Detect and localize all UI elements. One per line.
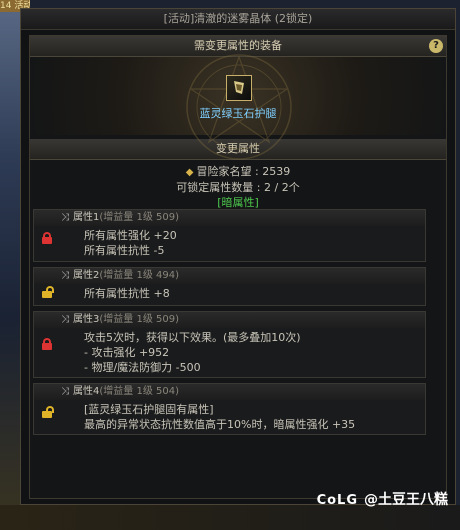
attribute-line: [蓝灵绿玉石护腿固有属性] bbox=[84, 403, 214, 416]
attribute-effects: 攻击5次时，获得以下效果。(最多叠加10次) - 攻击强化 +952 - 物理/… bbox=[34, 328, 425, 379]
attribute-name: 属性1 bbox=[73, 212, 100, 223]
attribute-row-4[interactable]: ⤨ 属性4(增益量 1级 504) [蓝灵绿玉石护腿固有属性] 最高的异常状态抗性… bbox=[33, 383, 426, 435]
dialog-title[interactable]: [活动]清澈的迷雾晶体 (2锁定) bbox=[21, 9, 455, 30]
attribute-row-3[interactable]: ⤨ 属性3(增益量 1级 509) 攻击5次时，获得以下效果。(最多叠加10次) … bbox=[33, 311, 426, 378]
attribute-gain: (增益量 1级 494) bbox=[99, 270, 179, 281]
lock-icon[interactable] bbox=[42, 338, 52, 350]
attribute-header: ⤨ 属性3(增益量 1级 509) bbox=[34, 312, 425, 328]
lockable-count: 可锁定属性数量 : 2 / 2个 bbox=[176, 181, 300, 194]
equipment-item-slot[interactable] bbox=[226, 75, 252, 101]
attribute-gain: (增益量 1级 504) bbox=[99, 386, 179, 397]
help-icon[interactable]: ? bbox=[429, 39, 443, 53]
unlock-icon[interactable] bbox=[42, 286, 54, 298]
leg-armor-icon bbox=[234, 81, 244, 94]
attribute-line: 攻击5次时，获得以下效果。(最多叠加10次) bbox=[84, 331, 301, 344]
colg-logo: CoLG bbox=[316, 493, 358, 508]
lock-icon[interactable] bbox=[42, 232, 52, 244]
shuffle-icon: ⤨ bbox=[61, 386, 69, 397]
watermark-user: @土豆王八糕 bbox=[364, 492, 448, 508]
attribute-line: 所有属性抗性 +8 bbox=[84, 287, 170, 300]
crystal-dialog: [活动]清澈的迷雾晶体 (2锁定) 需变更属性的装备 ? 蓝灵绿玉石护腿 变更属… bbox=[20, 8, 456, 505]
attribute-line: - 物理/魔法防御力 -500 bbox=[84, 361, 201, 374]
attribute-row-1[interactable]: ⤨ 属性1(增益量 1级 509) 所有属性强化 +20 所有属性抗性 -5 bbox=[33, 209, 426, 262]
attribute-line: 最高的异常状态抗性数值高于10%时，暗属性强化 +35 bbox=[84, 418, 356, 431]
attribute-gain: (增益量 1级 509) bbox=[99, 314, 179, 325]
attribute-effects: 所有属性强化 +20 所有属性抗性 -5 bbox=[34, 226, 425, 262]
attribute-line: 所有属性抗性 -5 bbox=[84, 244, 165, 257]
equip-slot-area: 蓝灵绿玉石护腿 bbox=[30, 54, 446, 160]
fame-icon: ◆ bbox=[185, 167, 194, 178]
attribute-effects: 所有属性抗性 +8 bbox=[34, 284, 425, 305]
attribute-name: 属性3 bbox=[73, 314, 100, 325]
attribute-name: 属性2 bbox=[73, 270, 100, 281]
unlock-icon[interactable] bbox=[42, 406, 54, 418]
attribute-header: ⤨ 属性1(增益量 1级 509) bbox=[34, 210, 425, 226]
attribute-header: ⤨ 属性4(增益量 1级 504) bbox=[34, 384, 425, 400]
dark-property-tag: [暗属性] bbox=[217, 196, 259, 209]
attribute-line: - 攻击强化 +952 bbox=[84, 346, 170, 359]
shuffle-icon: ⤨ bbox=[61, 212, 69, 223]
attribute-header: ⤨ 属性2(增益量 1级 494) bbox=[34, 268, 425, 284]
attribute-line: 所有属性强化 +20 bbox=[84, 229, 177, 242]
attribute-row-2[interactable]: ⤨ 属性2(增益量 1级 494) 所有属性抗性 +8 bbox=[33, 267, 426, 306]
stats-block: ◆ 冒险家名望 : 2539 可锁定属性数量 : 2 / 2个 [暗属性] bbox=[30, 160, 446, 210]
attribute-name: 属性4 bbox=[73, 386, 100, 397]
watermark: CoLG @土豆王八糕 bbox=[317, 489, 448, 509]
shuffle-icon: ⤨ bbox=[61, 270, 69, 281]
attribute-gain: (增益量 1级 509) bbox=[99, 212, 179, 223]
shuffle-icon: ⤨ bbox=[61, 314, 69, 325]
attribute-effects: [蓝灵绿玉石护腿固有属性] 最高的异常状态抗性数值高于10%时，暗属性强化 +3… bbox=[34, 400, 425, 436]
equipment-item-name: 蓝灵绿玉石护腿 bbox=[199, 107, 277, 120]
